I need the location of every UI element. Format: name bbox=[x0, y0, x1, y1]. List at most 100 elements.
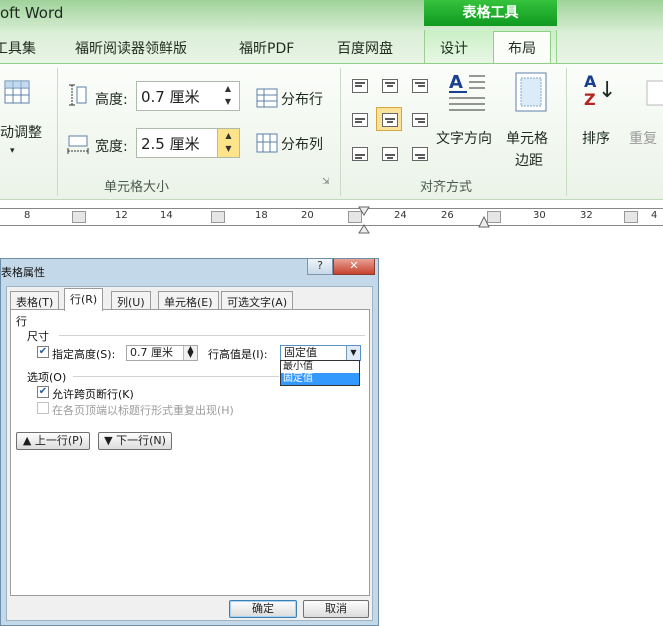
dialog-launcher-icon[interactable]: ⇲ bbox=[322, 177, 330, 187]
tab-design[interactable]: 设计 bbox=[440, 38, 468, 58]
down-arrow-icon: ▼ bbox=[104, 434, 117, 447]
align-top-center-icon bbox=[382, 79, 398, 93]
ruler-column-marker[interactable] bbox=[211, 211, 225, 223]
repeat-header-checkbox[interactable] bbox=[37, 402, 49, 414]
options-heading: 选项(O) bbox=[27, 371, 67, 384]
previous-row-button[interactable]: ▲ 上一行(P) bbox=[16, 432, 90, 450]
separator bbox=[566, 68, 567, 196]
row-height-mode-dropdown[interactable]: 最小值 固定值 bbox=[280, 360, 360, 386]
next-row-button[interactable]: ▼ 下一行(N) bbox=[98, 432, 172, 450]
align-middle-right-icon bbox=[412, 113, 428, 127]
sort-label: 排序 bbox=[582, 131, 610, 147]
horizontal-ruler[interactable]: 8 12 14 18 20 24 26 30 32 4 bbox=[0, 204, 663, 234]
cell-margins-label: 单元格 bbox=[506, 131, 548, 147]
options-divider bbox=[73, 376, 279, 377]
indent-marker-icon[interactable] bbox=[358, 206, 370, 234]
align-bottom-right-button[interactable] bbox=[407, 142, 433, 166]
row-height-value: 0.7 厘米 bbox=[141, 88, 200, 106]
align-bottom-center-button[interactable] bbox=[377, 142, 403, 166]
ruler-mark: 20 bbox=[301, 210, 314, 221]
repeat-header-label: 在各页顶端以标题行形式重复出现(H) bbox=[52, 404, 234, 417]
dropdown-option-at-least[interactable]: 最小值 bbox=[281, 361, 359, 373]
distribute-cols-button[interactable]: 分布列 bbox=[252, 131, 336, 157]
tab-table[interactable]: 表格(T) bbox=[10, 291, 60, 309]
tab-foxit-reader[interactable]: 福昕阅读器领鲜版 bbox=[75, 38, 187, 58]
row-height-icon bbox=[69, 84, 87, 106]
cell-margins-label-2: 边距 bbox=[515, 153, 543, 169]
tab-cell[interactable]: 单元格(E) bbox=[158, 291, 219, 309]
distribute-rows-button[interactable]: 分布行 bbox=[252, 86, 336, 112]
ruler-strip: 8 12 14 18 20 24 26 30 32 4 bbox=[0, 208, 663, 226]
tab-alt-text[interactable]: 可选文字(A) bbox=[221, 291, 294, 309]
align-middle-left-icon bbox=[352, 113, 368, 127]
size-divider bbox=[59, 335, 365, 336]
tab-layout[interactable]: 布局 bbox=[493, 31, 551, 64]
align-top-center-button[interactable] bbox=[377, 74, 403, 98]
specify-height-input[interactable]: 0.7 厘米 ▲ ▼ bbox=[126, 345, 198, 361]
row-height-mode-label: 行高值是(I): bbox=[208, 348, 268, 361]
svg-text:A: A bbox=[449, 72, 463, 93]
row-height-spinner[interactable]: ▲ ▼ bbox=[217, 82, 239, 110]
ruler-mark: 26 bbox=[441, 210, 454, 221]
allow-break-label: 允许跨页断行(K) bbox=[52, 388, 134, 401]
align-middle-center-icon bbox=[382, 113, 398, 127]
row-tab-page: 行 尺寸 ✔ 指定高度(S): 0.7 厘米 ▲ ▼ 行高值是(I): 固定值 ▼… bbox=[10, 309, 370, 596]
sort-glyph-a: A bbox=[584, 72, 597, 91]
align-bottom-right-icon bbox=[412, 147, 428, 161]
group-label-alignment: 对齐方式 bbox=[420, 180, 473, 195]
height-spinner[interactable]: ▲ ▼ bbox=[183, 345, 197, 360]
specify-height-value: 0.7 厘米 bbox=[130, 346, 173, 359]
repeat-header-button[interactable]: 重复 bbox=[626, 70, 663, 154]
separator bbox=[340, 68, 341, 196]
ruler-mark: 8 bbox=[24, 210, 31, 221]
specify-height-label: 指定高度(S): bbox=[52, 348, 116, 361]
table-autofit-icon bbox=[4, 80, 30, 104]
align-middle-left-button[interactable] bbox=[347, 108, 373, 132]
text-direction-button[interactable]: A 文字方向 bbox=[435, 70, 501, 154]
width-label: 宽度: bbox=[95, 139, 128, 155]
allow-break-checkbox[interactable]: ✔ bbox=[37, 386, 49, 398]
sort-button[interactable]: A Z ↓ 排序 bbox=[578, 70, 622, 154]
up-arrow-icon: ▲ bbox=[22, 434, 35, 447]
col-width-icon bbox=[67, 135, 89, 154]
tab-stop-marker-icon[interactable] bbox=[478, 216, 490, 228]
align-middle-center-button[interactable] bbox=[376, 107, 402, 131]
close-button[interactable]: ✕ bbox=[333, 259, 375, 275]
ruler-column-marker[interactable] bbox=[72, 211, 86, 223]
align-bottom-left-button[interactable] bbox=[347, 142, 373, 166]
dropdown-option-exactly[interactable]: 固定值 bbox=[281, 373, 359, 385]
title-bar: oft Word 表格工具 bbox=[0, 0, 663, 30]
next-row-label: 下一行(N) bbox=[116, 434, 166, 447]
row-height-input[interactable]: 0.7 厘米 ▲ ▼ bbox=[136, 81, 240, 111]
autofit-dropdown-icon: ▾ bbox=[10, 146, 15, 156]
tab-toolset[interactable]: 工具集 bbox=[0, 38, 36, 58]
chevron-down-icon[interactable]: ▼ bbox=[346, 346, 360, 360]
ruler-column-marker[interactable] bbox=[624, 211, 638, 223]
row-height-mode-select[interactable]: 固定值 ▼ bbox=[280, 345, 361, 361]
specify-height-checkbox[interactable]: ✔ bbox=[37, 346, 49, 358]
col-width-spinner[interactable]: ▲ ▼ bbox=[217, 129, 239, 157]
align-top-left-button[interactable] bbox=[347, 74, 373, 98]
cell-margins-button[interactable]: 单元格 边距 bbox=[503, 70, 561, 170]
help-button[interactable]: ? bbox=[307, 259, 333, 275]
ruler-mark: 30 bbox=[533, 210, 546, 221]
previous-row-label: 上一行(P) bbox=[34, 434, 84, 447]
tab-baidu-netdisk[interactable]: 百度网盘 bbox=[337, 38, 393, 58]
col-width-input[interactable]: 2.5 厘米 ▲ ▼ bbox=[136, 128, 240, 158]
ruler-mark: 4 bbox=[651, 210, 658, 221]
text-direction-label: 文字方向 bbox=[436, 131, 492, 147]
autofit-label: 动调整 bbox=[0, 125, 42, 141]
align-top-right-button[interactable] bbox=[407, 74, 433, 98]
align-middle-right-button[interactable] bbox=[407, 108, 433, 132]
tab-foxit-pdf[interactable]: 福昕PDF bbox=[239, 38, 294, 58]
ruler-mark: 14 bbox=[160, 210, 173, 221]
align-top-right-icon bbox=[412, 79, 428, 93]
cancel-button[interactable]: 取消 bbox=[303, 600, 369, 618]
ruler-mark: 18 bbox=[255, 210, 268, 221]
tab-row[interactable]: 行(R) bbox=[64, 288, 104, 311]
distribute-rows-label: 分布行 bbox=[281, 92, 323, 108]
repeat-header-label: 重复 bbox=[629, 131, 657, 147]
tab-column[interactable]: 列(U) bbox=[111, 291, 151, 309]
ok-button[interactable]: 确定 bbox=[229, 600, 297, 618]
autofit-button[interactable]: 动调整 ▾ bbox=[0, 72, 52, 164]
